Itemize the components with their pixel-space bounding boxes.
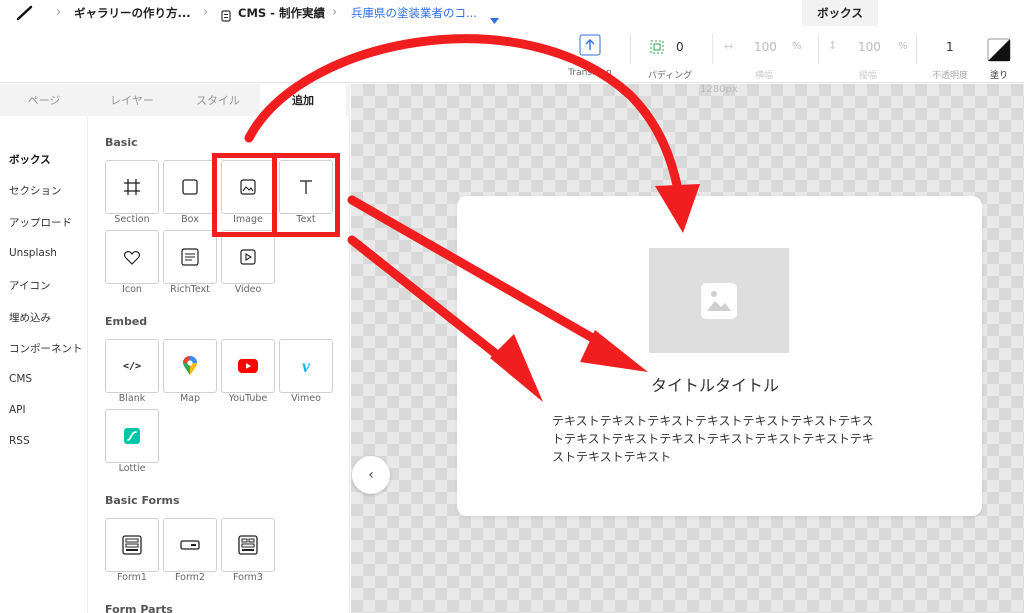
- tile-form3[interactable]: [221, 518, 275, 572]
- chevron-left-icon: ‹: [368, 467, 374, 483]
- image-placeholder[interactable]: [649, 248, 789, 353]
- tile-richtext[interactable]: [163, 230, 217, 284]
- chevron-right-icon: ›: [203, 5, 209, 20]
- cms-icon: [221, 7, 231, 26]
- top-bar: › ギャラリーの作り方... › CMS - 制作実績 › 兵庫県の塗装業者のコ…: [0, 0, 1024, 83]
- padding-label: パディング: [647, 71, 693, 81]
- category-list: ボックス セクション アップロード Unsplash アイコン 埋め込み コンポ…: [0, 116, 88, 613]
- height-unit: %: [898, 41, 908, 52]
- tile-form2[interactable]: [163, 518, 217, 572]
- category-box[interactable]: ボックス: [9, 152, 51, 167]
- tile-video[interactable]: [221, 230, 275, 284]
- breadcrumb-collection[interactable]: CMS - 制作実績: [238, 0, 325, 26]
- tile-box[interactable]: [163, 160, 217, 214]
- vimeo-icon: v: [302, 355, 310, 376]
- section-title-basic-forms: Basic Forms: [105, 494, 180, 507]
- section-title-basic: Basic: [105, 136, 138, 149]
- width-unit: %: [792, 41, 802, 52]
- padding-icon: [650, 40, 664, 54]
- tile-youtube[interactable]: [221, 339, 275, 393]
- width-label: 横幅: [754, 71, 774, 81]
- map-pin-icon: [183, 356, 197, 375]
- category-upload[interactable]: アップロード: [9, 215, 72, 230]
- category-component[interactable]: コンポーネント: [9, 341, 83, 356]
- tile-vimeo-label: Vimeo: [291, 393, 321, 404]
- arrow-up-icon: [579, 34, 601, 56]
- heart-icon: [124, 250, 140, 265]
- square-icon: [182, 179, 198, 195]
- padding-value: 0: [676, 40, 684, 54]
- richtext-icon: [181, 248, 199, 266]
- height-value: 100: [858, 40, 881, 54]
- tile-video-label: Video: [234, 284, 262, 295]
- video-icon: [240, 249, 256, 265]
- category-api[interactable]: API: [9, 404, 26, 416]
- tab-style[interactable]: スタイル: [176, 84, 260, 116]
- tile-map[interactable]: [163, 339, 217, 393]
- tile-lottie[interactable]: [105, 409, 159, 463]
- tile-section[interactable]: [105, 160, 159, 214]
- form-icon: [122, 535, 142, 555]
- image-icon: [701, 282, 737, 319]
- code-icon: </>: [122, 360, 142, 372]
- chevron-right-icon: ›: [56, 5, 62, 20]
- collapse-panel-button[interactable]: ‹: [352, 456, 390, 494]
- category-section[interactable]: セクション: [9, 183, 62, 198]
- card-title[interactable]: タイトルタイトル: [651, 372, 779, 396]
- canvas-width-label: 1280px: [700, 84, 738, 95]
- transition-control[interactable]: Transition: [568, 34, 612, 78]
- opacity-value: 1: [946, 40, 954, 54]
- tile-lottie-label: Lottie: [118, 463, 146, 474]
- caret-down-icon[interactable]: [490, 9, 499, 28]
- section-title-embed: Embed: [105, 315, 148, 328]
- tile-vimeo[interactable]: v: [279, 339, 333, 393]
- tile-form1[interactable]: [105, 518, 159, 572]
- frame-icon: [124, 179, 140, 195]
- tab-layer[interactable]: レイヤー: [88, 84, 176, 116]
- category-embed[interactable]: 埋め込み: [9, 310, 51, 325]
- category-rss[interactable]: RSS: [9, 435, 30, 447]
- logo-icon[interactable]: [14, 4, 36, 26]
- preview-card[interactable]: [457, 196, 982, 516]
- vertical-resize-icon: ↕: [828, 39, 838, 52]
- selected-element-tab[interactable]: ボックス: [802, 0, 878, 26]
- horizontal-resize-icon: ↔: [724, 40, 734, 53]
- tile-icon[interactable]: [105, 230, 159, 284]
- height-label: 縦幅: [858, 71, 878, 81]
- tile-form3-label: Form3: [233, 572, 263, 583]
- highlight-text-tile: [272, 153, 340, 237]
- breadcrumb-site[interactable]: ギャラリーの作り方...: [74, 0, 191, 26]
- fill-swatch-icon: [987, 38, 1011, 62]
- chevron-right-icon: ›: [332, 5, 338, 20]
- card-body-text[interactable]: テキストテキストテキストテキストテキストテキストテキストテキストテキストテキスト…: [552, 412, 882, 466]
- youtube-icon: [238, 359, 258, 373]
- section-title-form-parts: Form Parts: [105, 603, 173, 613]
- category-unsplash[interactable]: Unsplash: [9, 247, 57, 259]
- category-icon[interactable]: アイコン: [9, 278, 50, 293]
- width-value: 100: [754, 40, 777, 54]
- form-icon: [238, 535, 258, 555]
- transition-label: Transition: [568, 68, 612, 78]
- panel-tabs: ページ レイヤー スタイル 追加: [0, 84, 350, 116]
- opacity-label: 不透明度: [931, 71, 969, 81]
- tab-page[interactable]: ページ: [0, 84, 88, 116]
- tile-blank[interactable]: </>: [105, 339, 159, 393]
- category-cms[interactable]: CMS: [9, 373, 32, 385]
- breadcrumb-item[interactable]: 兵庫県の塗装業者のコ...: [351, 0, 477, 26]
- highlight-image-tile: [212, 153, 277, 237]
- fill-label: 塗り: [989, 71, 1009, 81]
- input-field-icon: [180, 540, 200, 550]
- tab-add[interactable]: 追加: [260, 84, 346, 116]
- lottie-icon: [124, 428, 140, 444]
